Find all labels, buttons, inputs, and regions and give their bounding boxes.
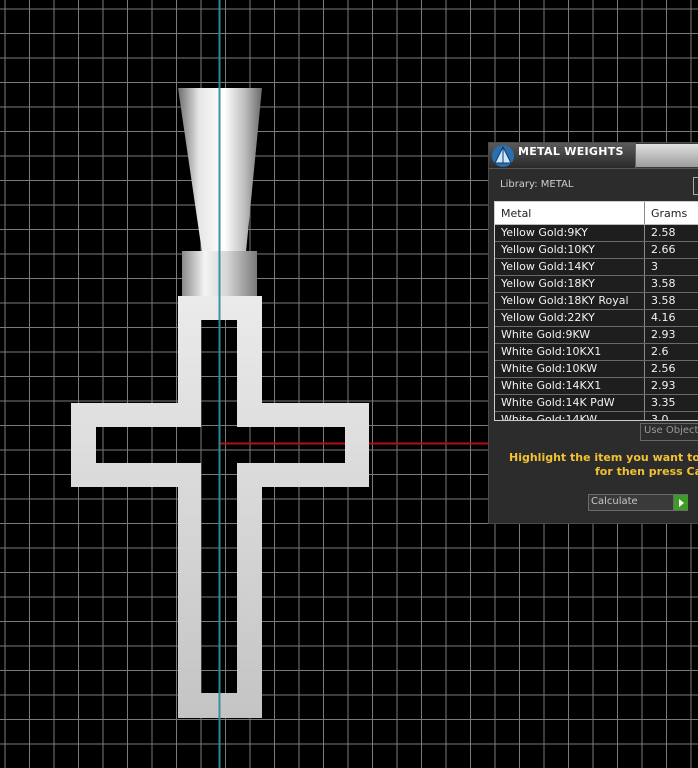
library-label: Library: METAL: [500, 179, 574, 190]
grams-cell: 2.93: [651, 379, 676, 392]
cross-pendant-model[interactable]: [71, 0, 369, 720]
table-row[interactable]: White Gold:10KW 2.56: [495, 361, 698, 378]
panel-titlebar-fill: [636, 144, 698, 167]
grams-cell: 3.58: [651, 294, 676, 307]
calculate-label: Calculate: [591, 496, 638, 507]
grams-cell: 2.6: [651, 345, 669, 358]
pyramid-logo-icon: [492, 145, 514, 167]
metal-name-cell: White Gold:14KX1: [501, 379, 602, 392]
table-row[interactable]: White Gold:9KW 2.93: [495, 327, 698, 344]
metal-name-cell: Yellow Gold:18KY: [501, 277, 595, 290]
column-header-grams[interactable]: Grams: [651, 207, 687, 220]
library-select-button[interactable]: [693, 177, 698, 195]
play-arrow-icon[interactable]: [673, 495, 688, 510]
grams-cell: 3: [651, 260, 658, 273]
metal-name-cell: Yellow Gold:18KY Royal: [501, 294, 629, 307]
table-row[interactable]: Yellow Gold:22KY 4.16: [495, 310, 698, 327]
metal-name-cell: White Gold:10KW: [501, 362, 598, 375]
table-row[interactable]: White Gold:14KW 3.0: [495, 412, 698, 421]
grams-cell: 2.66: [651, 243, 676, 256]
metal-name-cell: Yellow Gold:14KY: [501, 260, 595, 273]
table-row[interactable]: Yellow Gold:14KY 3: [495, 259, 698, 276]
metal-name-cell: Yellow Gold:22KY: [501, 311, 595, 324]
panel-title: METAL WEIGHTS: [518, 145, 624, 158]
table-row[interactable]: Yellow Gold:18KY Royal 3.58: [495, 293, 698, 310]
metal-name-cell: White Gold:9KW: [501, 328, 591, 341]
table-row[interactable]: Yellow Gold:10KY 2.66: [495, 242, 698, 259]
calculate-dropdown[interactable]: Calculate: [588, 494, 688, 511]
table-row[interactable]: White Gold:14K PdW 3.35: [495, 395, 698, 412]
hint-line-1: Highlight the item you want to find: [509, 451, 698, 464]
metal-name-cell: Yellow Gold:10KY: [501, 243, 595, 256]
metal-weights-panel[interactable]: METAL WEIGHTS Library: METAL Metal Grams…: [488, 142, 698, 524]
grams-cell: 4.16: [651, 311, 676, 324]
metal-name-cell: Yellow Gold:9KY: [501, 226, 588, 239]
column-header-metal[interactable]: Metal: [501, 207, 531, 220]
grams-cell: 3.0: [651, 413, 669, 421]
metal-table[interactable]: Metal Grams Yellow Gold:9KY 2.58 Yellow Go…: [494, 201, 698, 421]
table-row[interactable]: White Gold:10KX1 2.6: [495, 344, 698, 361]
panel-titlebar[interactable]: METAL WEIGHTS: [489, 143, 698, 169]
metal-name-cell: White Gold:14KW: [501, 413, 598, 421]
metal-name-cell: White Gold:14K PdW: [501, 396, 615, 409]
table-row[interactable]: Yellow Gold:18KY 3.58: [495, 276, 698, 293]
grams-cell: 2.56: [651, 362, 676, 375]
hint-line-2: for then press Calculate: [595, 465, 698, 478]
use-object-label: Use Object: [644, 425, 698, 436]
grams-cell: 3.58: [651, 277, 676, 290]
table-row[interactable]: Yellow Gold:9KY 2.58: [495, 225, 698, 242]
metal-name-cell: White Gold:10KX1: [501, 345, 602, 358]
use-object-button[interactable]: Use Object: [640, 423, 698, 441]
grams-cell: 2.93: [651, 328, 676, 341]
grams-cell: 2.58: [651, 226, 676, 239]
table-row[interactable]: White Gold:14KX1 2.93: [495, 378, 698, 395]
grams-cell: 3.35: [651, 396, 676, 409]
table-header: Metal Grams: [495, 202, 698, 225]
